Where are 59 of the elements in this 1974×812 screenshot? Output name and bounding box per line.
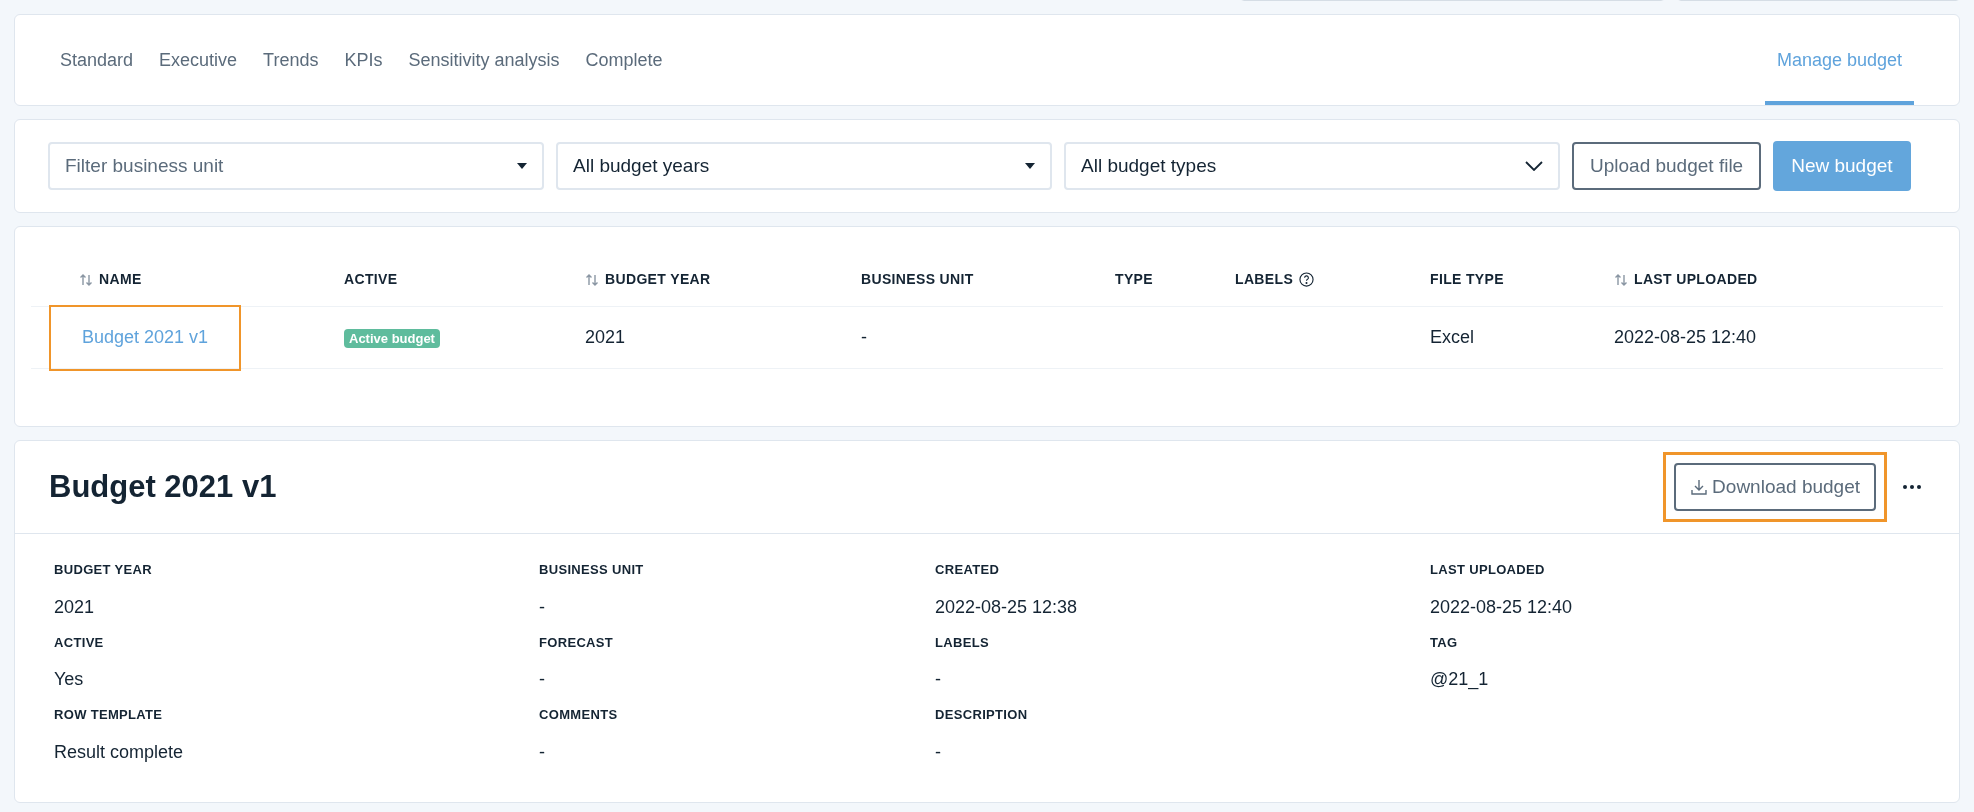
tab[interactable]: Trends xyxy=(263,15,319,105)
help-icon[interactable] xyxy=(1299,272,1315,287)
dropdown-placeholder: Filter business unit xyxy=(65,153,224,178)
download-button[interactable]: Download budget xyxy=(1674,463,1876,511)
field-label: ACTIVE xyxy=(54,633,105,652)
column-header[interactable]: NAME xyxy=(79,269,142,290)
sort-icon[interactable] xyxy=(1614,272,1628,287)
column-header[interactable]: ACTIVE xyxy=(344,269,398,290)
field-label: TAG xyxy=(1430,633,1459,652)
filter-dropdown[interactable]: All budget types xyxy=(1064,142,1560,190)
filter-dropdown[interactable]: Filter business unit xyxy=(48,142,544,190)
download-icon xyxy=(1690,478,1709,496)
tab[interactable]: Standard xyxy=(60,15,134,105)
table-cell: 2022-08-25 12:40 xyxy=(1614,327,1757,347)
table-cell: - xyxy=(861,327,867,347)
caret-down-icon xyxy=(517,163,527,169)
field-value: 2021 xyxy=(54,595,96,619)
table-cell: 2021 xyxy=(585,327,626,347)
dropdown-value: All budget years xyxy=(573,153,710,178)
column-header[interactable]: LAST UPLOADED xyxy=(1614,269,1758,290)
column-header[interactable]: BUDGET YEAR xyxy=(585,269,711,290)
field-label: DESCRIPTION xyxy=(935,706,1029,724)
field-label: ROW TEMPLATE xyxy=(54,706,164,724)
column-header[interactable]: LABELS xyxy=(1235,269,1315,290)
field-value: Result complete xyxy=(54,740,185,764)
sort-icon[interactable] xyxy=(585,272,599,287)
column-header[interactable]: TYPE xyxy=(1115,269,1153,290)
field-value: 2022-08-25 12:38 xyxy=(935,595,1079,619)
tab[interactable]: Complete xyxy=(585,15,663,105)
field-label: BUSINESS UNIT xyxy=(539,561,645,579)
field-value: - xyxy=(539,595,546,619)
field-value: 2022-08-25 12:40 xyxy=(1430,595,1574,619)
field-label: FORECAST xyxy=(539,633,615,652)
field-label: BUDGET YEAR xyxy=(54,561,153,579)
tab[interactable]: Executive xyxy=(159,15,238,105)
filter-dropdown[interactable]: All budget years xyxy=(556,142,1052,190)
detail-title: Budget 2021 v1 xyxy=(49,467,277,506)
field-value: - xyxy=(539,668,546,691)
chevron-down-icon xyxy=(1525,161,1543,171)
tab[interactable]: KPIs xyxy=(344,15,383,105)
sort-icon[interactable] xyxy=(79,272,93,287)
field-value: - xyxy=(539,740,546,764)
more-icon[interactable] xyxy=(1903,485,1921,489)
field-value: - xyxy=(935,668,942,691)
field-label: COMMENTS xyxy=(539,706,619,724)
field-label: LABELS xyxy=(935,633,990,652)
field-value: - xyxy=(935,740,942,764)
caret-down-icon xyxy=(1025,163,1035,169)
field-label: LAST UPLOADED xyxy=(1430,561,1546,579)
field-label: CREATED xyxy=(935,561,1001,579)
upload-button[interactable]: Upload budget file xyxy=(1572,142,1762,190)
field-value: Yes xyxy=(54,668,85,691)
dropdown-value: All budget types xyxy=(1081,153,1217,178)
column-header[interactable]: BUSINESS UNIT xyxy=(861,269,974,290)
table-cell: Excel xyxy=(1430,327,1474,347)
column-header[interactable]: FILE TYPE xyxy=(1430,269,1504,290)
tab[interactable]: Sensitivity analysis xyxy=(408,15,560,105)
field-value: @21_1 xyxy=(1430,668,1490,692)
active-badge: Active budget xyxy=(344,328,440,348)
